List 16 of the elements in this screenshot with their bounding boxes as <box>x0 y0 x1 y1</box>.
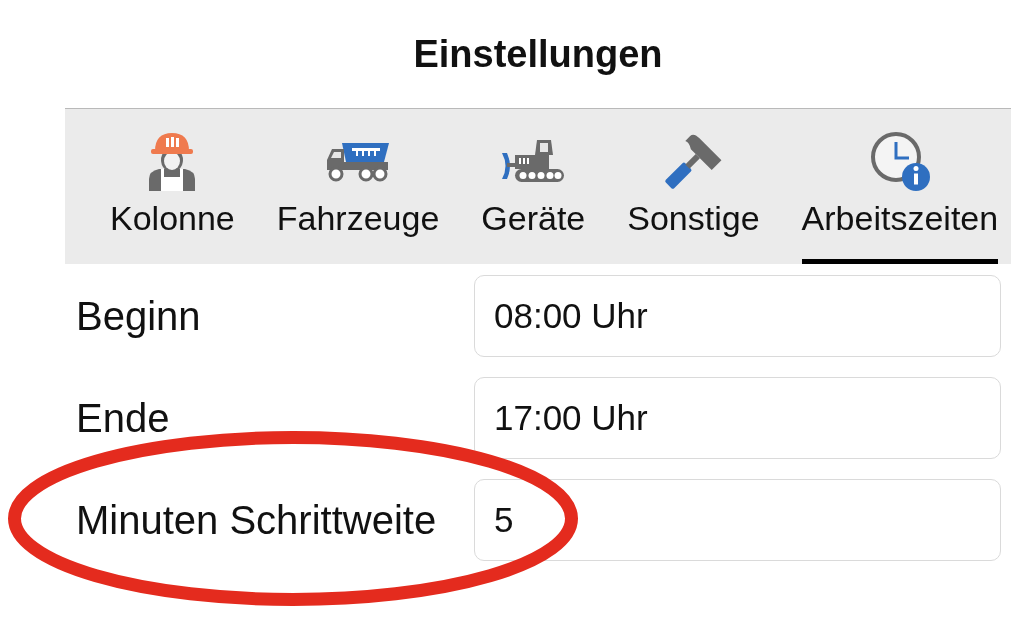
tab[interactable]: Geräte <box>481 131 586 264</box>
field-label: Beginn <box>76 293 202 340</box>
clock-info-icon <box>869 131 930 191</box>
tab[interactable]: Sonstige <box>627 131 760 264</box>
field-label: Ende <box>76 395 171 442</box>
field-label: Minuten Schrittweite <box>76 497 438 544</box>
bulldozer-icon <box>501 139 566 183</box>
input-field[interactable]: 5 <box>474 479 1001 561</box>
dump-truck-icon <box>326 140 391 182</box>
input-field[interactable]: 17:00 Uhr <box>474 377 1001 459</box>
hammer-icon <box>664 132 723 190</box>
tab[interactable]: Fahrzeuge <box>276 131 440 264</box>
input-field[interactable]: 08:00 Uhr <box>474 275 1001 357</box>
tab[interactable]: Kolonne <box>110 131 235 264</box>
tab[interactable]: Arbeitszeiten <box>801 131 999 264</box>
page-title: Einstellungen <box>413 32 663 76</box>
